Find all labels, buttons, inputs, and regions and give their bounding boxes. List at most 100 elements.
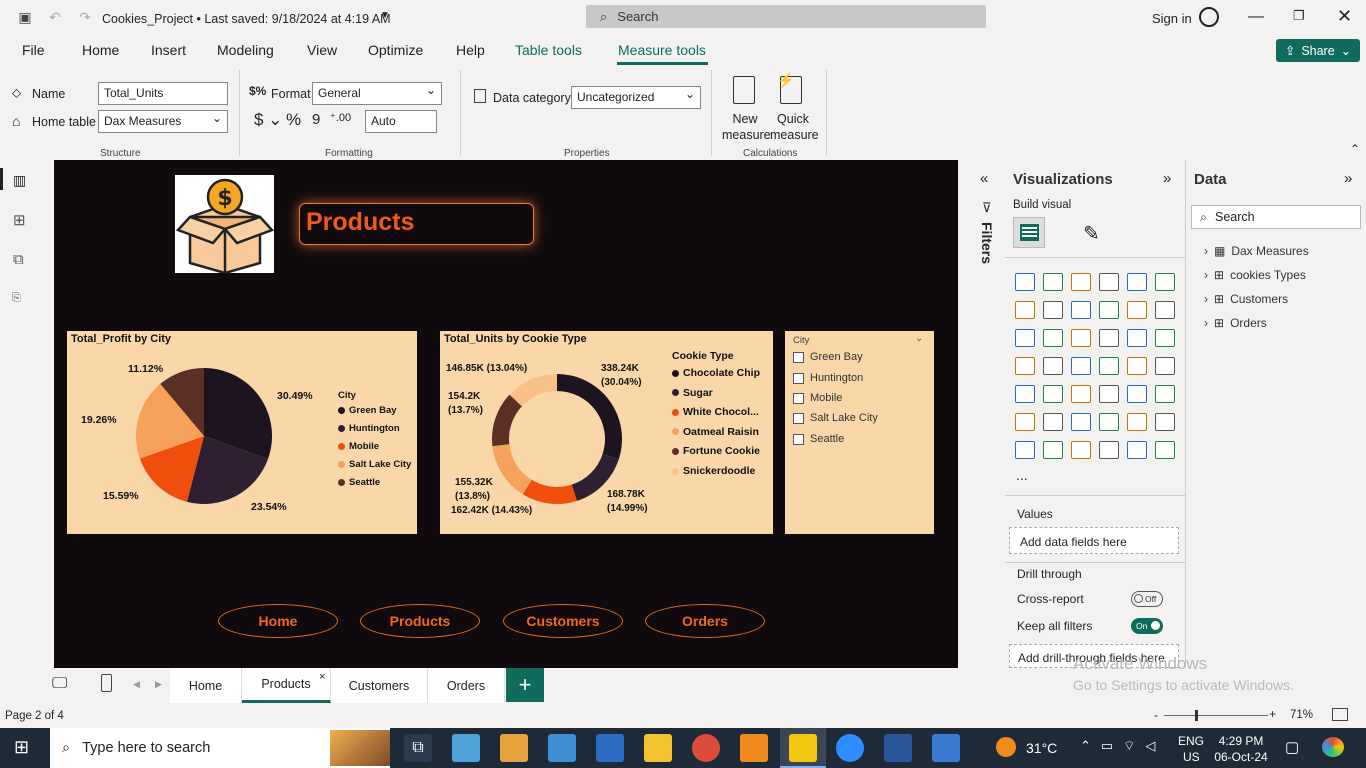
sign-in-link[interactable]: Sign in (1152, 11, 1192, 26)
build-visual-tab[interactable] (1013, 217, 1045, 248)
menu-home[interactable]: Home (82, 42, 119, 58)
slice-fortune-cookie[interactable] (492, 394, 522, 447)
undo-icon[interactable]: ↶ (46, 8, 64, 26)
checkbox[interactable] (793, 412, 804, 424)
line-chart-icon[interactable] (1015, 301, 1035, 319)
slicer-item[interactable]: Huntington (793, 372, 863, 384)
multi-row-card-icon[interactable] (1015, 385, 1035, 403)
units-by-cookie-card[interactable]: Total_Units by Cookie Type Cookie Type C… (440, 331, 773, 534)
stacked-area-icon[interactable] (1071, 301, 1091, 319)
area-chart-icon[interactable] (1043, 301, 1063, 319)
currency-icon[interactable]: $ ⌄ (254, 110, 282, 130)
stacked-bar-icon[interactable] (1015, 273, 1035, 291)
matrix-icon[interactable] (1127, 385, 1147, 403)
menu-optimize[interactable]: Optimize (368, 42, 423, 58)
expand-icon[interactable]: « (980, 170, 988, 187)
map-icon[interactable] (1043, 357, 1063, 375)
weather-icon[interactable] (996, 737, 1016, 757)
mobile-layout-icon[interactable] (101, 674, 112, 692)
menu-file[interactable]: File (22, 42, 45, 58)
power-bi-icon[interactable] (789, 734, 817, 762)
table-view-icon[interactable]: ⊞ (13, 211, 26, 229)
pie-chart-icon[interactable] (1127, 329, 1147, 347)
legend-item[interactable]: Sugar (672, 387, 713, 399)
legend-item[interactable]: Snickerdoodle (672, 465, 755, 477)
format-visual-icon[interactable]: ✎ (1083, 221, 1100, 246)
format-select[interactable]: General (312, 82, 442, 105)
app-icon[interactable] (548, 734, 576, 762)
nav-orders-button[interactable]: Orders (645, 604, 765, 638)
share-button[interactable]: ⇪ Share ⌄ (1276, 39, 1360, 62)
zoom-thumb[interactable] (1195, 710, 1198, 721)
tab-customers[interactable]: Customers (331, 668, 428, 703)
azure-map-icon[interactable] (1099, 357, 1119, 375)
field-table-dax-measures[interactable]: › ▦ Dax Measures (1204, 244, 1309, 258)
legend-item[interactable]: Huntington (338, 423, 400, 434)
menu-measure-tools[interactable]: Measure tools (618, 42, 706, 58)
desktop-layout-icon[interactable]: 🖵 (52, 675, 67, 693)
menu-help[interactable]: Help (456, 42, 485, 58)
clock[interactable]: 4:29 PM 06-Oct-24 (1212, 733, 1270, 765)
file-explorer-icon[interactable] (644, 734, 672, 762)
save-icon[interactable]: ▣ (16, 8, 34, 26)
legend-item[interactable]: Chocolate Chip (672, 367, 760, 379)
tray-icons[interactable]: ⌃▭⌔◁ (1080, 738, 1165, 754)
add-page-button[interactable]: + (506, 668, 544, 702)
decimal-places-input[interactable]: Auto (365, 110, 437, 133)
collapse-icon[interactable]: » (1163, 170, 1171, 187)
slicer-icon[interactable] (1071, 385, 1091, 403)
restore-icon[interactable]: ❐ (1293, 8, 1305, 24)
zoom-in-icon[interactable]: + (1269, 707, 1276, 721)
checkbox[interactable] (793, 372, 804, 384)
chevron-icon[interactable] (1155, 441, 1175, 459)
kpi-icon[interactable] (1043, 385, 1063, 403)
notifications-icon[interactable]: ▢ (1285, 738, 1299, 756)
field-table-cookies-types[interactable]: › ⊞ cookies Types (1204, 268, 1306, 282)
language-indicator[interactable]: ENG US (1178, 733, 1204, 765)
100-bar-icon[interactable] (1127, 273, 1147, 291)
line-column-icon[interactable] (1015, 329, 1035, 347)
table-icon[interactable] (1099, 385, 1119, 403)
app-icon[interactable] (500, 734, 528, 762)
field-table-customers[interactable]: › ⊞ Customers (1204, 292, 1288, 306)
tab-orders[interactable]: Orders (428, 668, 505, 703)
percent-icon[interactable]: % (286, 110, 301, 130)
power-automate-icon[interactable] (1071, 441, 1091, 459)
ribbon-chart-icon[interactable] (1099, 301, 1119, 319)
tab-home[interactable]: Home (170, 668, 242, 703)
windows-start-icon[interactable]: ⊞ (14, 737, 29, 758)
legend-item[interactable]: Green Bay (338, 405, 397, 416)
legend-item[interactable]: Mobile (338, 441, 379, 452)
slicer-item[interactable]: Mobile (793, 392, 842, 404)
copilot-icon[interactable] (1322, 737, 1344, 757)
profit-by-city-card[interactable]: Total_Profit by City City Green Bay Hunti… (67, 331, 417, 534)
decimal-icon[interactable]: ⁺.00 (330, 111, 351, 124)
chevron-down-icon[interactable]: ⌄ (915, 333, 923, 344)
menu-insert[interactable]: Insert (151, 42, 186, 58)
data-category-select[interactable]: Uncategorized (571, 86, 701, 109)
checkbox[interactable] (793, 433, 804, 445)
add-data-well[interactable]: Add data fields here (1009, 527, 1179, 554)
smart-narrative-icon[interactable] (1127, 413, 1147, 431)
store-icon[interactable] (596, 734, 624, 762)
minimize-icon[interactable]: — (1248, 8, 1264, 26)
photos-icon[interactable] (932, 734, 960, 762)
scroll-right-icon[interactable]: ▶ (155, 679, 162, 690)
legend-item[interactable]: Salt Lake City (338, 459, 411, 470)
scroll-left-icon[interactable]: ◀ (133, 679, 140, 690)
slicer-item[interactable]: Salt Lake City (793, 412, 878, 424)
legend-item[interactable]: White Chocol... (672, 406, 759, 418)
data-search-input[interactable]: ⌕ Search (1191, 205, 1361, 229)
nav-products-button[interactable]: Products (360, 604, 480, 638)
slicer-item[interactable]: Green Bay (793, 351, 863, 363)
field-table-orders[interactable]: › ⊞ Orders (1204, 316, 1267, 330)
qa-icon[interactable] (1099, 413, 1119, 431)
dax-query-icon[interactable]: ⎘ (12, 292, 21, 305)
calculator-icon[interactable] (733, 76, 755, 104)
gauge-icon[interactable] (1127, 357, 1147, 375)
comma-icon[interactable]: 9 (312, 111, 320, 128)
combo-chart-icon[interactable] (1155, 301, 1175, 319)
zoom-app-icon[interactable] (836, 734, 864, 762)
slicer-item[interactable]: Seattle (793, 433, 844, 445)
menu-modeling[interactable]: Modeling (217, 42, 274, 58)
